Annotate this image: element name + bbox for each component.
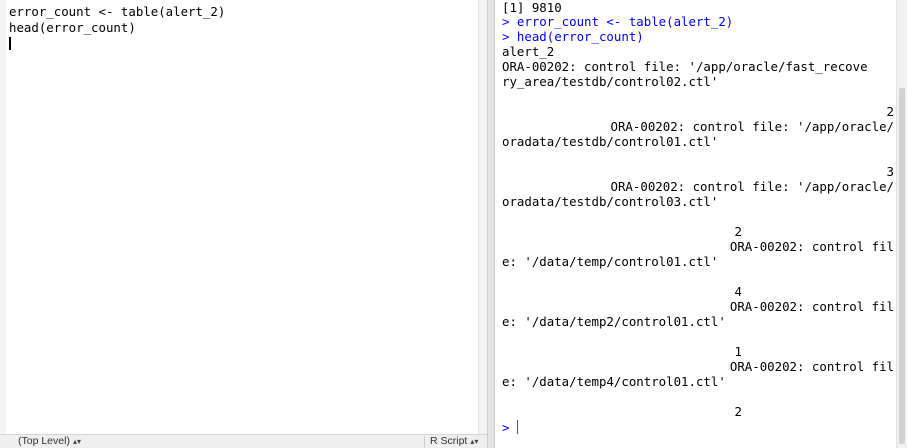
pane-splitter[interactable]	[487, 0, 495, 448]
console-output-line: oradata/testdb/control01.ctl'	[502, 134, 719, 149]
console-scrollbar[interactable]	[896, 0, 907, 448]
editor-scrollbar[interactable]	[478, 0, 487, 434]
code-line[interactable]: error_count <- table(alert_2)	[9, 4, 225, 20]
updown-arrows-icon: ▴▾	[72, 437, 81, 446]
rstudio-window: error_count <- table(alert_2) head(error…	[0, 0, 907, 448]
console-command-line: > head(error_count)	[502, 29, 644, 44]
console-output-line: e: '/data/temp4/control01.ctl'	[502, 374, 726, 389]
console-output-line: ORA-00202: control fil	[729, 359, 894, 374]
console-output-line: ORA-00202: control file: '/app/oracle/	[610, 119, 894, 134]
console-output-line: ORA-00202: control file: '/app/oracle/fa…	[502, 59, 868, 74]
updown-arrows-icon: ▴▾	[470, 437, 479, 446]
console-output-line: e: '/data/temp2/control01.ctl'	[502, 314, 726, 329]
console-output-line: 3	[886, 164, 894, 179]
language-selector[interactable]: R Script ▴▾	[430, 435, 485, 448]
console-output-line: 2	[734, 224, 742, 239]
scope-label: (Top Level)	[18, 435, 70, 447]
scope-selector[interactable]: (Top Level) ▴▾	[18, 435, 108, 448]
console-prompt[interactable]: >	[502, 420, 894, 435]
editor-status-bar: (Top Level) ▴▾ R Script ▴▾	[0, 434, 487, 448]
console-output-line: ORA-00202: control file: '/app/oracle/	[610, 179, 894, 194]
status-divider	[424, 436, 425, 448]
console-pane[interactable]: [1] 9810 > error_count <- table(alert_2)…	[495, 0, 907, 448]
console-output-line: 2	[734, 404, 742, 419]
console-output-line: oradata/testdb/control03.ctl'	[502, 194, 719, 209]
console-output-line: 1	[734, 344, 742, 359]
code-line[interactable]: head(error_count)	[9, 20, 136, 36]
console-output-line: 2	[886, 104, 894, 119]
language-label: R Script	[430, 435, 468, 447]
console-command-line: > error_count <- table(alert_2)	[502, 14, 734, 29]
console-output-line: ORA-00202: control fil	[729, 239, 894, 254]
console-output-line: e: '/data/temp/control01.ctl'	[502, 254, 719, 269]
console-output-line: [1] 9810	[502, 0, 562, 15]
console-cursor	[517, 420, 518, 434]
text-cursor	[9, 37, 11, 50]
console-output-line: 4	[734, 284, 742, 299]
source-editor[interactable]: error_count <- table(alert_2) head(error…	[0, 0, 487, 448]
console-output-line: alert_2	[502, 44, 555, 59]
console-output-line: ORA-00202: control fil	[729, 299, 894, 314]
console-scrollbar-thumb[interactable]	[899, 88, 905, 444]
editor-gutter	[0, 0, 6, 434]
console-output-line: ry_area/testdb/control02.ctl'	[502, 74, 719, 89]
